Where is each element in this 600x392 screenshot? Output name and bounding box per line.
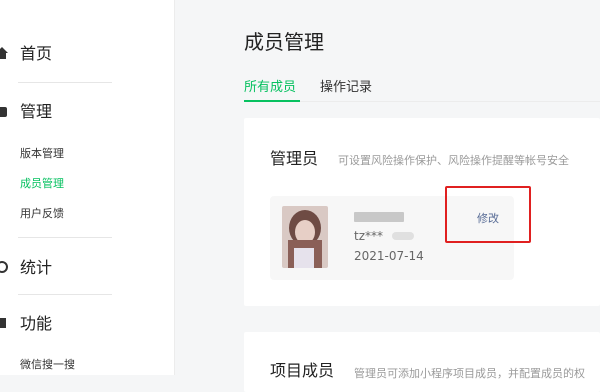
admin-section-title: 管理员 bbox=[270, 149, 319, 168]
avatar bbox=[282, 206, 328, 268]
nav-item-version[interactable]: 版本管理 bbox=[20, 146, 64, 162]
tab-active-indicator bbox=[244, 100, 300, 102]
nav-stats-label: 统计 bbox=[20, 258, 53, 277]
divider bbox=[18, 82, 112, 83]
divider bbox=[18, 237, 112, 238]
admin-account: tz*** bbox=[354, 229, 384, 243]
admin-section-desc: 可设置风险操作保护、风险操作提醒等帐号安全 bbox=[338, 154, 569, 167]
nav-manage-label: 管理 bbox=[20, 102, 53, 121]
home-icon bbox=[0, 47, 8, 59]
tab-all-members[interactable]: 所有成员 bbox=[244, 79, 296, 97]
page-title: 成员管理 bbox=[244, 30, 324, 54]
manage-icon bbox=[0, 107, 7, 117]
stats-icon bbox=[0, 261, 8, 273]
nav-item-wechat-search[interactable]: 微信搜一搜 bbox=[20, 357, 75, 373]
tab-operation-log[interactable]: 操作记录 bbox=[320, 79, 372, 97]
nav-features-label: 功能 bbox=[20, 314, 53, 333]
highlight-box bbox=[445, 186, 531, 243]
sidebar: 首页 管理 版本管理 成员管理 用户反馈 统计 功能 微信搜一搜 bbox=[0, 0, 175, 375]
divider bbox=[18, 294, 112, 295]
nav-home-label: 首页 bbox=[20, 44, 53, 63]
admin-name-redacted bbox=[354, 212, 404, 222]
admin-card: 管理员 可设置风险操作保护、风险操作提醒等帐号安全 tz*** 2021-07-… bbox=[244, 118, 600, 306]
members-section-title: 项目成员 bbox=[270, 361, 335, 380]
nav-item-members[interactable]: 成员管理 bbox=[20, 176, 64, 192]
features-icon bbox=[0, 318, 6, 328]
members-section-desc: 管理员可添加小程序项目成员，并配置成员的权 bbox=[354, 367, 585, 380]
members-card: 项目成员 管理员可添加小程序项目成员，并配置成员的权 bbox=[244, 332, 600, 392]
admin-account-redacted bbox=[392, 232, 414, 240]
admin-date: 2021-07-14 bbox=[354, 249, 424, 263]
nav-item-feedback[interactable]: 用户反馈 bbox=[20, 206, 64, 222]
